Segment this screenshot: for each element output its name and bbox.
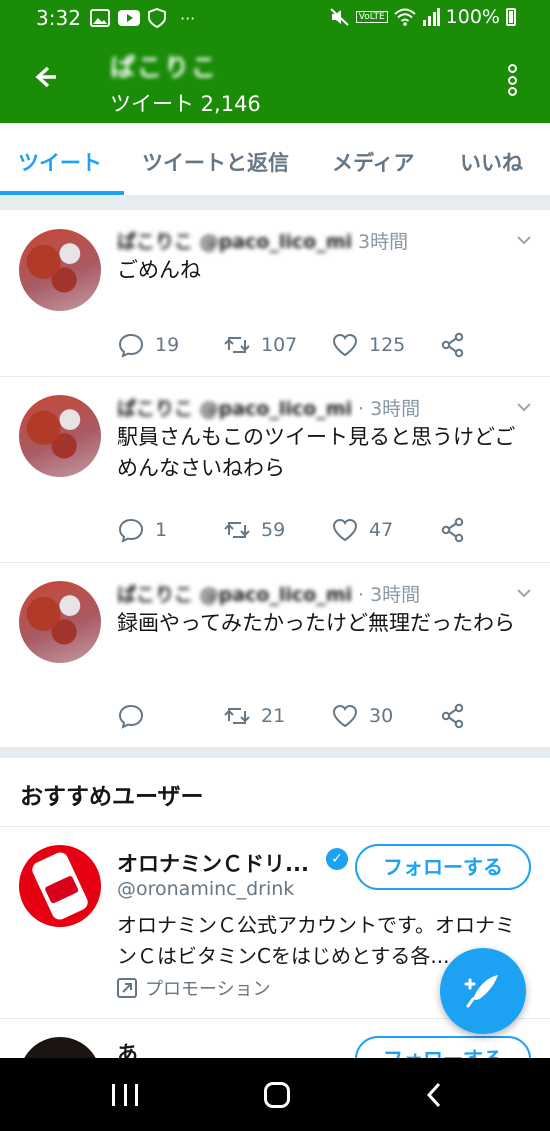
avatar[interactable] [19, 229, 101, 311]
status-bar: 3:32 ··· VoLTE 100% [0, 0, 550, 38]
section-divider [0, 196, 550, 210]
battery-icon [506, 8, 516, 26]
share-icon [441, 703, 464, 729]
reply-button[interactable]: 19 [117, 331, 179, 359]
recommended-user-handle: @oronaminc_drink [117, 878, 295, 900]
tweet-time: · 3時間 [358, 398, 421, 420]
system-navigation-bar [0, 1058, 550, 1131]
reply-icon [118, 333, 144, 358]
tweet-count: ツイート 2,146 [110, 92, 261, 116]
promoted-label: プロモーション [117, 975, 271, 1001]
retweet-button[interactable]: 21 [223, 702, 285, 730]
tweet-text: 駅員さんもこのツイート見ると思うけどごめんなさいねわら [117, 425, 516, 480]
profile-tabs: ツイート ツイートと返信 メディア いいね [0, 123, 550, 196]
share-icon [441, 332, 464, 358]
like-count: 125 [369, 334, 406, 356]
profile-header: 3:32 ··· VoLTE 100% ぱこりこ ツイート 2,146 [0, 0, 550, 123]
follow-button[interactable]: フォローする [355, 844, 531, 890]
tab-likes[interactable]: いいね [460, 147, 523, 177]
tab-tweets-and-replies[interactable]: ツイートと返信 [142, 147, 289, 177]
volte-badge: VoLTE [355, 11, 388, 23]
chevron-down-icon[interactable] [516, 585, 532, 601]
share-button[interactable] [439, 331, 467, 359]
youtube-icon [118, 10, 140, 26]
divider [0, 826, 550, 827]
tweet-meta: ぱこりこ @paco_lico_mi · 3時間 [117, 580, 420, 607]
active-tab-indicator [0, 191, 124, 195]
retweet-button[interactable]: 107 [223, 331, 297, 359]
retweet-count: 21 [261, 705, 286, 727]
recent-apps-icon[interactable] [112, 1084, 138, 1106]
like-count: 47 [369, 519, 394, 541]
recommended-user-name[interactable]: オロナミンＣドリ... [117, 848, 309, 878]
verified-badge-icon: ✓ [326, 848, 348, 870]
more-options-icon[interactable] [502, 60, 522, 100]
reply-icon [118, 704, 144, 729]
share-button[interactable] [439, 516, 467, 544]
tweet-author[interactable]: ぱこりこ @paco_lico_mi [117, 227, 352, 254]
like-button[interactable]: 30 [331, 702, 393, 730]
signal-icon [422, 8, 440, 26]
tab-tweets[interactable]: ツイート [18, 147, 102, 177]
section-divider [0, 748, 550, 758]
tweet-meta: ぱこりこ @paco_lico_mi 3時間 [117, 227, 408, 254]
compose-tweet-button[interactable] [440, 948, 526, 1034]
tweet-text: ごめんね [117, 258, 201, 282]
retweet-count: 107 [261, 334, 298, 356]
reply-button[interactable]: 1 [117, 516, 167, 544]
share-icon [441, 517, 464, 543]
back-arrow-icon[interactable] [28, 60, 62, 94]
mute-icon [330, 8, 349, 26]
battery-percent: 100% [445, 6, 500, 28]
promoted-text: プロモーション [145, 979, 271, 1000]
reply-count: 1 [155, 519, 168, 541]
tweet-time: 3時間 [358, 231, 409, 253]
home-icon[interactable] [264, 1082, 290, 1108]
wifi-icon [394, 8, 416, 26]
chevron-down-icon[interactable] [516, 232, 532, 248]
gallery-icon [90, 9, 110, 27]
status-right: VoLTE 100% [330, 6, 516, 28]
chevron-down-icon[interactable] [516, 399, 532, 415]
compose-feather-icon [464, 975, 498, 1008]
reply-count: 19 [155, 334, 180, 356]
reply-icon [118, 518, 144, 543]
retweet-count: 59 [261, 519, 286, 541]
notification-icons: ··· [90, 8, 195, 28]
tweet-actions: 19 107 125 [117, 331, 477, 361]
status-time: 3:32 [36, 6, 81, 30]
heart-icon [332, 704, 358, 728]
like-button[interactable]: 125 [331, 331, 405, 359]
retweet-icon [224, 337, 250, 353]
promoted-icon [117, 978, 137, 998]
retweet-icon [224, 522, 250, 538]
tweet-card[interactable]: ぱこりこ @paco_lico_mi · 3時間 録画やってみたかったけど無理だ… [0, 563, 550, 748]
share-button[interactable] [439, 702, 467, 730]
back-icon[interactable] [420, 1080, 450, 1110]
tweet-meta: ぱこりこ @paco_lico_mi · 3時間 [117, 394, 420, 421]
tweet-card[interactable]: ぱこりこ @paco_lico_mi 3時間 ごめんね 19 107 125 [0, 210, 550, 377]
profile-name: ぱこりこ [110, 53, 219, 82]
like-count: 30 [369, 705, 394, 727]
avatar[interactable] [19, 845, 101, 927]
tweet-card[interactable]: ぱこりこ @paco_lico_mi · 3時間 駅員さんもこのツイート見ると思… [0, 377, 550, 563]
tweet-actions: 1 59 47 [117, 516, 477, 546]
tweet-actions: 21 30 [117, 702, 477, 732]
avatar[interactable] [19, 581, 101, 663]
reply-button[interactable] [117, 702, 155, 730]
tweet-author[interactable]: ぱこりこ @paco_lico_mi [117, 394, 352, 421]
tab-media[interactable]: メディア [332, 147, 415, 177]
tweet-text: 録画やってみたかったけど無理だったわら [117, 611, 515, 635]
retweet-button[interactable]: 59 [223, 516, 285, 544]
retweet-icon [224, 708, 250, 724]
avatar[interactable] [19, 395, 101, 477]
tweet-author[interactable]: ぱこりこ @paco_lico_mi [117, 580, 352, 607]
heart-icon [332, 333, 358, 357]
recommended-users-heading: おすすめユーザー [20, 784, 204, 810]
heart-icon [332, 518, 358, 542]
shield-icon [148, 8, 166, 28]
like-button[interactable]: 47 [331, 516, 393, 544]
tweet-time: · 3時間 [358, 584, 421, 606]
more-notifications-dots: ··· [180, 8, 196, 28]
